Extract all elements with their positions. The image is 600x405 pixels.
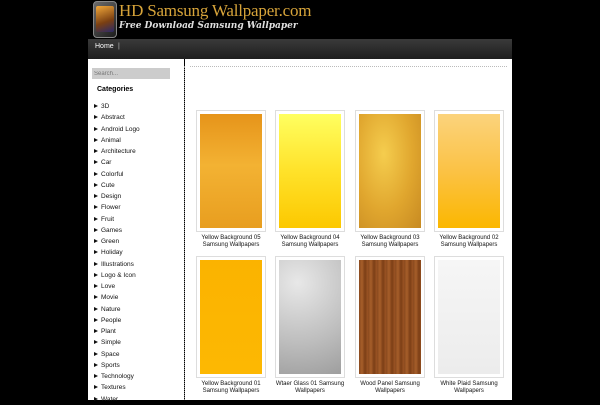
wallpaper-thumbnail[interactable]: Wood Panel Samsung Wallpapers [355, 256, 425, 394]
triangle-right-icon [94, 149, 98, 153]
category-label[interactable]: Games [101, 225, 122, 236]
wallpaper-image[interactable] [200, 114, 262, 228]
triangle-right-icon [94, 374, 98, 378]
triangle-right-icon [94, 205, 98, 210]
category-label[interactable]: Flower [101, 202, 121, 213]
wallpaper-image[interactable] [359, 260, 421, 374]
triangle-right-icon [94, 182, 98, 187]
category-label[interactable]: Textures [101, 382, 126, 393]
wallpaper-caption[interactable]: White Plaid Samsung Wallpapers [434, 381, 504, 394]
category-label[interactable]: Car [101, 157, 111, 168]
wallpaper-image[interactable] [359, 114, 421, 228]
thumbnail-frame[interactable] [434, 110, 504, 232]
wallpaper-gallery: Yellow Background 05 Samsung Wallpapers Y… [185, 59, 512, 400]
category-label[interactable]: Green [101, 236, 119, 247]
gallery-top-divider [190, 66, 507, 67]
wallpaper-caption[interactable]: Yellow Background 04 Samsung Wallpapers [275, 235, 345, 248]
triangle-right-icon [94, 317, 98, 322]
category-label[interactable]: Design [101, 191, 121, 202]
category-label[interactable]: Space [101, 349, 119, 360]
nav-separator: | [118, 43, 120, 50]
wallpaper-image[interactable] [438, 114, 500, 228]
thumbnail-frame[interactable] [355, 110, 425, 232]
category-label[interactable]: Technology [101, 371, 134, 382]
category-label[interactable]: 3D [101, 101, 109, 112]
wallpaper-thumbnail[interactable]: Yellow Background 03 Samsung Wallpapers [355, 110, 425, 248]
category-label[interactable]: Colorful [101, 169, 123, 180]
wallpaper-caption[interactable]: Yellow Background 03 Samsung Wallpapers [355, 235, 425, 248]
triangle-right-icon [94, 126, 98, 131]
category-label[interactable]: Love [101, 281, 115, 292]
triangle-right-icon [94, 261, 98, 266]
triangle-right-icon [94, 351, 98, 356]
wallpaper-image[interactable] [200, 260, 262, 374]
category-label[interactable]: Sports [101, 360, 120, 371]
triangle-right-icon [94, 115, 98, 120]
category-label[interactable]: Water [101, 394, 118, 405]
triangle-right-icon [94, 329, 98, 333]
wallpaper-thumbnail[interactable]: Wtaer Glass 01 Samsung Wallpapers [275, 256, 345, 394]
triangle-right-icon [94, 104, 98, 108]
wallpaper-caption[interactable]: Wtaer Glass 01 Samsung Wallpapers [275, 381, 345, 394]
category-label[interactable]: Nature [101, 304, 121, 315]
wallpaper-thumbnail[interactable]: Yellow Background 01 Samsung Wallpapers [196, 256, 266, 394]
triangle-right-icon [94, 362, 98, 367]
triangle-right-icon [94, 295, 98, 300]
triangle-right-icon [94, 194, 98, 198]
category-label[interactable]: People [101, 315, 121, 326]
site-tagline: Free Download Samsung Wallpaper [119, 21, 298, 31]
wallpaper-image[interactable] [279, 260, 341, 374]
wallpaper-caption[interactable]: Yellow Background 01 Samsung Wallpapers [196, 381, 266, 394]
wallpaper-image[interactable] [279, 114, 341, 228]
nav-bar: Home | [88, 39, 512, 59]
category-label[interactable]: Fruit [101, 214, 114, 225]
wallpaper-thumbnail[interactable]: Yellow Background 05 Samsung Wallpapers [196, 110, 266, 248]
triangle-right-icon [94, 239, 98, 243]
category-label[interactable]: Abstract [101, 112, 125, 123]
wallpaper-thumbnail[interactable]: Yellow Background 02 Samsung Wallpapers [434, 110, 504, 248]
triangle-right-icon [94, 137, 98, 142]
wallpaper-caption[interactable]: Yellow Background 05 Samsung Wallpapers [196, 235, 266, 248]
triangle-right-icon [94, 272, 98, 277]
triangle-right-icon [94, 284, 98, 288]
thumbnail-frame[interactable] [196, 110, 266, 232]
category-label[interactable]: Architecture [101, 146, 136, 157]
category-label[interactable]: Movie [101, 292, 118, 303]
wallpaper-caption[interactable]: Yellow Background 02 Samsung Wallpapers [434, 235, 504, 248]
triangle-right-icon [94, 340, 98, 345]
triangle-right-icon [94, 306, 98, 311]
category-label[interactable]: Holiday [101, 247, 123, 258]
category-label[interactable]: Cute [101, 180, 115, 191]
category-label[interactable]: Plant [101, 326, 116, 337]
wallpaper-thumbnail[interactable]: Yellow Background 04 Samsung Wallpapers [275, 110, 345, 248]
site-header: HD Samsung Wallpaper.com Free Download S… [0, 0, 600, 38]
category-label[interactable]: Illustrations [101, 259, 134, 270]
triangle-right-icon [94, 171, 98, 176]
category-label[interactable]: Android Logo [101, 124, 140, 135]
triangle-right-icon [94, 160, 98, 165]
wallpaper-thumbnail[interactable]: White Plaid Samsung Wallpapers [434, 256, 504, 394]
thumbnail-frame[interactable] [434, 256, 504, 378]
categories-heading: Categories [97, 86, 134, 93]
category-label[interactable]: Simple [101, 337, 121, 348]
thumbnail-frame[interactable] [275, 256, 345, 378]
category-label[interactable]: Animal [101, 135, 121, 146]
triangle-right-icon [94, 385, 98, 390]
triangle-right-icon [94, 216, 98, 221]
triangle-right-icon [94, 250, 98, 255]
triangle-right-icon [94, 227, 98, 232]
sidebar: Categories 3DAbstractAndroid LogoAnimalA… [88, 59, 184, 403]
phone-screen [96, 6, 114, 32]
thumbnail-frame[interactable] [275, 110, 345, 232]
search-input[interactable] [92, 68, 170, 79]
thumbnail-frame[interactable] [355, 256, 425, 378]
nav-home-link[interactable]: Home [95, 43, 114, 50]
wallpaper-image[interactable] [438, 260, 500, 374]
category-label[interactable]: Logo & Icon [101, 270, 136, 281]
wallpaper-caption[interactable]: Wood Panel Samsung Wallpapers [355, 381, 425, 394]
site-title[interactable]: HD Samsung Wallpaper.com [119, 1, 311, 21]
thumbnail-frame[interactable] [196, 256, 266, 378]
phone-logo-icon[interactable] [93, 1, 117, 38]
